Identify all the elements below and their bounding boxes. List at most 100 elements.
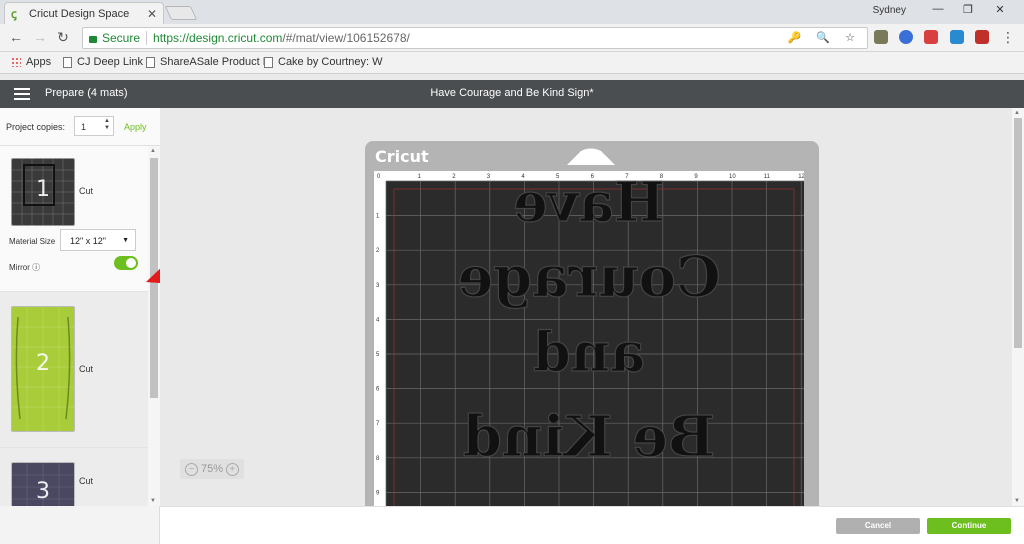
project-copies-label: Project copies:: [6, 122, 66, 132]
mat-grid-svg: 0 1 2 3 4 5 6 7 8 9 10 11 12123456789HaveCourageandB…: [376, 171, 804, 506]
omnibox-action-icons[interactable]: 🔑 🔍 ☆: [788, 31, 861, 44]
new-tab-button[interactable]: [164, 6, 198, 20]
url-field[interactable]: Secure https://design.cricut.com/#/mat/v…: [82, 27, 868, 49]
ruler-top-label: 1: [418, 174, 422, 180]
chevron-down-icon: ▼: [122, 237, 129, 244]
mat-card-1[interactable]: 1 Cut Material Size 12" x 12" ▼ Mirror ⓘ: [0, 146, 148, 292]
zoom-in-button[interactable]: +: [225, 462, 239, 476]
mat-mode-label: Cut: [79, 364, 94, 374]
material-size-select[interactable]: 12" x 12" ▼: [60, 229, 136, 251]
bookmarks-bar: Apps CJ Deep Link ShareASale Product L C…: [0, 52, 1024, 74]
mat-number: 1: [36, 177, 50, 202]
url-path: /#/mat/view/106152678/: [282, 31, 410, 45]
ruler-left-label: 8: [376, 456, 380, 462]
bookmark-cake-by-courtney[interactable]: Cake by Courtney: W: [264, 56, 383, 68]
mirror-toggle[interactable]: [114, 256, 138, 270]
mat-sidebar: Project copies: 1 ▲ ▼ Apply 1 Cut Materia…: [0, 108, 160, 544]
mat-thumbnail-1[interactable]: 1: [11, 158, 75, 226]
mirror-label: Mirror ⓘ: [9, 263, 41, 272]
ruler-left-label: 4: [376, 317, 380, 323]
material-size-label: Material Size: [9, 237, 56, 246]
lock-icon: [89, 35, 97, 43]
design-text: and: [533, 320, 645, 384]
apply-button[interactable]: Apply: [124, 122, 147, 132]
footer-bar: Cancel Continue: [160, 506, 1024, 544]
extension-icon[interactable]: [950, 30, 964, 44]
extension-icon[interactable]: [874, 30, 888, 44]
design-text: Have: [513, 171, 665, 234]
material-size-value: 12" x 12": [70, 236, 106, 246]
pdf-extension-icon[interactable]: [975, 30, 989, 44]
reload-button[interactable]: ↻: [55, 29, 71, 46]
mat-list-scrollbar[interactable]: ▲ ▼: [148, 146, 160, 506]
continue-button[interactable]: Continue: [927, 518, 1011, 534]
ruler-left-label: 9: [376, 490, 380, 496]
extension-icon[interactable]: [899, 30, 913, 44]
minimize-button[interactable]: —: [928, 3, 948, 15]
address-bar-row: ← → ↻ Secure https://design.cricut.com/#…: [0, 24, 1024, 52]
browser-tab-strip: ꞔ Cricut Design Space ✕ Sydney — ❐ ✕: [0, 0, 1024, 24]
ruler-top-label: 10: [729, 174, 736, 180]
copies-stepper[interactable]: ▲ ▼: [104, 118, 110, 132]
close-window-button[interactable]: ✕: [990, 3, 1010, 16]
bookmark-shareasale[interactable]: ShareASale Product L: [146, 56, 269, 68]
project-copies-row: Project copies: 1 ▲ ▼ Apply: [0, 108, 160, 146]
menu-kebab-icon[interactable]: ⋮: [1000, 29, 1016, 46]
secure-label: Secure: [102, 31, 141, 45]
scroll-up-icon[interactable]: ▲: [150, 148, 156, 154]
page-icon: [264, 56, 273, 68]
browser-tab[interactable]: ꞔ Cricut Design Space ✕: [4, 2, 164, 24]
scrollbar-thumb[interactable]: [1014, 118, 1022, 348]
design-text-line[interactable]: Courage: [457, 243, 721, 310]
ruler-left-label: 6: [376, 387, 380, 393]
mat-thumbnail-3[interactable]: 3: [11, 462, 75, 506]
cricut-favicon-icon: ꞔ: [11, 6, 17, 21]
cancel-button[interactable]: Cancel: [836, 518, 920, 534]
page-icon: [63, 56, 72, 68]
mat-card-3[interactable]: 3 Cut: [0, 448, 148, 506]
mat-card-2[interactable]: 2 Cut: [0, 292, 148, 448]
bookmark-label: Apps: [26, 56, 52, 68]
cricut-logo: Cricut: [375, 147, 429, 166]
mat-preview-canvas: Cricut 0 1 2 3 4 5 6 7 8 9 10 11 12 1 2 3 4 5 6 7 8 9 Have Cour…: [160, 108, 1012, 506]
profile-name[interactable]: Sydney: [873, 5, 906, 16]
ruler-top-label: 2: [452, 174, 456, 180]
app-header: Prepare (4 mats) Have Courage and Be Kin…: [0, 80, 1024, 108]
canvas-scrollbar[interactable]: ▲ ▼: [1012, 108, 1024, 506]
bookmark-label: CJ Deep Link: [77, 56, 144, 68]
mat-number: 3: [36, 479, 50, 504]
forward-button[interactable]: →: [32, 29, 48, 45]
scroll-down-icon[interactable]: ▼: [150, 498, 156, 504]
scroll-up-icon[interactable]: ▲: [1014, 110, 1020, 116]
divider: [146, 31, 148, 45]
design-text-line[interactable]: and: [532, 319, 645, 384]
bookmark-label: Cake by Courtney: W: [278, 56, 383, 68]
project-title: Have Courage and Be Kind Sign*: [430, 87, 594, 99]
tab-title: Cricut Design Space: [29, 7, 130, 20]
restore-button[interactable]: ❐: [958, 3, 978, 16]
ruler-top-label: 3: [487, 174, 491, 180]
ruler-left-label: 2: [376, 248, 380, 254]
mat-mode-label: Cut: [79, 186, 94, 196]
bookmark-label: ShareASale Product L: [160, 56, 269, 68]
ruler-top-label: 0: [377, 174, 381, 180]
ruler-left-label: 3: [376, 283, 380, 289]
zoom-out-button[interactable]: −: [185, 462, 199, 476]
mat-tab-icon: [567, 148, 615, 165]
extension-icon[interactable]: [924, 30, 938, 44]
design-text-line[interactable]: Have: [513, 171, 666, 235]
mat-list: 1 Cut Material Size 12" x 12" ▼ Mirror ⓘ: [0, 146, 148, 506]
apps-grid-icon: [11, 57, 21, 67]
back-button[interactable]: ←: [8, 29, 24, 45]
ruler-left-label: 1: [376, 214, 380, 220]
bookmark-cj-deep-link[interactable]: CJ Deep Link: [63, 56, 143, 68]
mat-mode-label: Cut: [79, 476, 94, 486]
zoom-level: 75%: [200, 463, 224, 475]
scroll-down-icon[interactable]: ▼: [1014, 498, 1020, 504]
bookmark-apps[interactable]: Apps: [11, 56, 51, 68]
mat-thumbnail-2[interactable]: 2: [11, 306, 75, 432]
design-text: Be Kind: [463, 404, 715, 470]
design-text-line[interactable]: Be Kind: [462, 403, 715, 470]
close-tab-icon[interactable]: ✕: [147, 7, 157, 21]
url-host: https://design.cricut.com: [153, 31, 283, 45]
